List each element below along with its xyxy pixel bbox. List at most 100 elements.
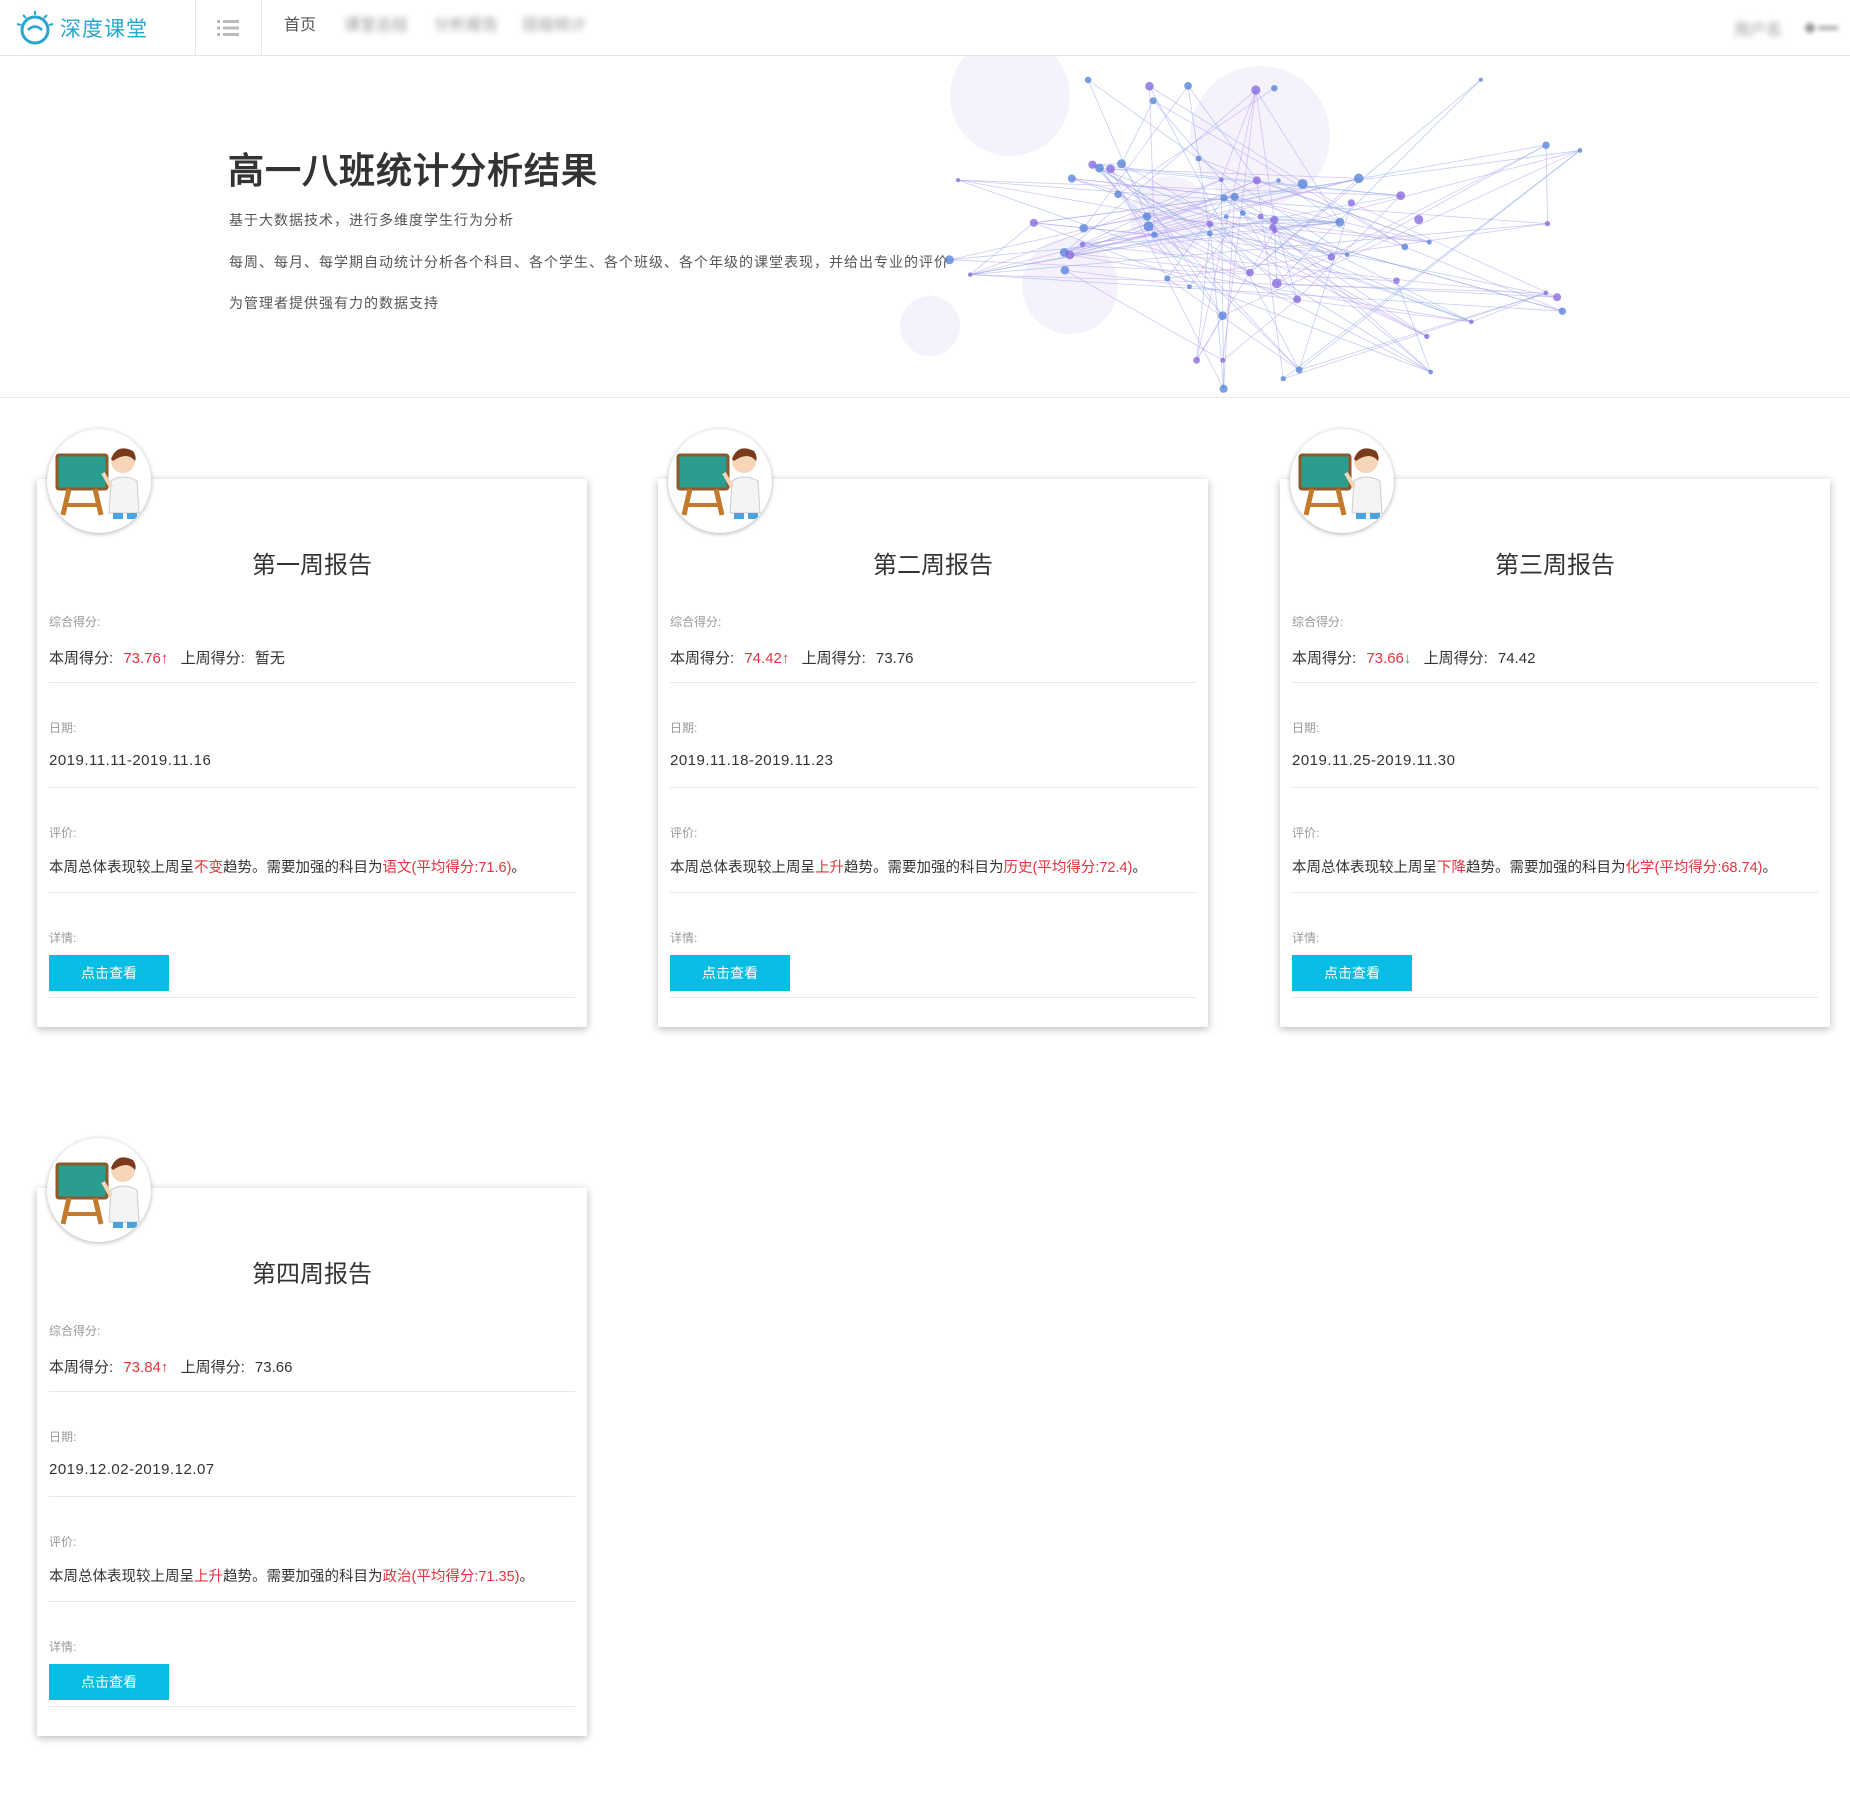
list-icon [217,20,239,36]
this-week-label: 本周得分: [49,1359,114,1376]
trend-arrow-icon: ↓ [1403,650,1412,667]
date-value: 2019.11.18-2019.11.23 [670,752,834,769]
trend-arrow-icon: ↑ [781,650,790,667]
date-label: 日期: [49,1430,77,1444]
trend-arrow-icon: ↑ [160,1359,169,1376]
nav-user-area[interactable]: 用户名 [1734,0,1840,56]
nav-blurred-link[interactable]: 分析报告 [434,0,498,56]
last-week-label: 上周得分: [180,650,245,667]
trend-arrow-icon: ↑ [160,650,169,667]
date-value: 2019.11.11-2019.11.16 [49,752,212,769]
detail-label: 详情: [1292,931,1320,945]
detail-label: 详情: [670,931,698,945]
network-graphic [900,56,1583,393]
last-week-score: 74.42 [1497,650,1536,667]
divider [1292,787,1818,788]
teacher-avatar [47,1138,151,1242]
eval-mid: 趋势。需要加强的科目为 [1466,860,1626,876]
hero-description: 为管理者提供强有力的数据支持 [229,296,439,312]
hero-description: 基于大数据技术，进行多维度学生行为分析 [229,213,514,229]
user-menu-icon[interactable] [1804,21,1840,35]
this-week-score: 73.76 [123,650,161,667]
hero-description: 每周、每月、每学期自动统计分析各个科目、各个学生、各个班级、各个年级的课堂表现，… [229,255,949,271]
last-week-score: 73.66 [254,1359,293,1376]
score-label: 综合得分: [1292,615,1344,629]
score-row: 本周得分: 74.42↑ 上周得分: 73.76 [670,647,913,668]
nav-divider [261,0,262,56]
divider [670,997,1196,998]
eval-text: 本周总体表现较上周呈上升趋势。需要加强的科目为历史(平均得分:72.4)。 [670,856,1147,877]
view-details-button[interactable]: 点击查看 [1292,955,1412,991]
report-card: 第四周报告 综合得分: 本周得分: 73.84↑ 上周得分: 73.66 日期:… [37,1138,587,1736]
divider [49,1601,575,1602]
this-week-score: 73.66 [1366,650,1404,667]
hero-banner: 高一八班统计分析结果 基于大数据技术，进行多维度学生行为分析 每周、每月、每学期… [0,56,1850,398]
eval-mid: 趋势。需要加强的科目为 [844,860,1004,876]
brand-logo-icon [16,11,54,45]
view-details-button[interactable]: 点击查看 [49,955,169,991]
last-week-label: 上周得分: [801,650,866,667]
eval-end: 。 [1132,860,1147,876]
teacher-chalkboard-icon [55,1157,140,1228]
divider [670,787,1196,788]
brand[interactable]: 深度课堂 [14,0,148,56]
eval-text: 本周总体表现较上周呈下降趋势。需要加强的科目为化学(平均得分:68.74)。 [1292,856,1777,877]
divider [49,682,575,683]
user-name[interactable]: 用户名 [1734,16,1782,40]
date-value: 2019.12.02-2019.12.07 [49,1461,215,1478]
divider [49,1391,575,1392]
detail-label: 详情: [49,1640,77,1654]
this-week-label: 本周得分: [49,650,114,667]
date-value: 2019.11.25-2019.11.30 [1292,752,1456,769]
eval-end: 。 [519,1569,534,1585]
date-label: 日期: [1292,721,1320,735]
eval-label: 评价: [49,1535,77,1549]
divider [670,682,1196,683]
weak-subject: 语文(平均得分:71.6) [382,860,512,876]
divider [49,892,575,893]
divider [1292,682,1818,683]
teacher-avatar [668,429,772,533]
divider [49,997,575,998]
teacher-chalkboard-icon [1298,448,1383,519]
score-row: 本周得分: 73.84↑ 上周得分: 73.66 [49,1356,292,1377]
date-label: 日期: [670,721,698,735]
weak-subject: 政治(平均得分:71.35) [382,1569,520,1585]
nav-home[interactable]: 首页 [284,0,316,56]
score-row: 本周得分: 73.76↑ 上周得分: 暂无 [49,647,285,668]
teacher-chalkboard-icon [55,448,140,519]
report-card: 第一周报告 综合得分: 本周得分: 73.76↑ 上周得分: 暂无 日期: 20… [37,429,587,1027]
eval-prefix: 本周总体表现较上周呈 [670,860,815,876]
page-title: 高一八班统计分析结果 [228,150,599,191]
weak-subject: 化学(平均得分:68.74) [1625,860,1763,876]
score-row: 本周得分: 73.66↓ 上周得分: 74.42 [1292,647,1535,668]
eval-text: 本周总体表现较上周呈不变趋势。需要加强的科目为语文(平均得分:71.6)。 [49,856,526,877]
trend-word: 不变 [194,860,223,876]
trend-word: 上升 [194,1569,223,1585]
eval-mid: 趋势。需要加强的科目为 [223,1569,383,1585]
eval-prefix: 本周总体表现较上周呈 [49,860,194,876]
this-week-score: 73.84 [123,1359,161,1376]
last-week-label: 上周得分: [1423,650,1488,667]
report-title: 第一周报告 [252,552,372,579]
view-details-button[interactable]: 点击查看 [670,955,790,991]
nav-blurred-link[interactable]: 课堂总结 [344,0,408,56]
divider [49,787,575,788]
divider [1292,997,1818,998]
nav-blurred-link[interactable]: 班级统计 [522,0,586,56]
detail-label: 详情: [49,931,77,945]
menu-toggle-button[interactable] [196,0,260,56]
eval-label: 评价: [1292,826,1320,840]
this-week-label: 本周得分: [670,650,735,667]
top-navbar: 深度课堂 首页 课堂总结 分析报告 班级统计 用户名 [0,0,1850,56]
trend-word: 下降 [1437,860,1466,876]
divider [670,892,1196,893]
eval-text: 本周总体表现较上周呈上升趋势。需要加强的科目为政治(平均得分:71.35)。 [49,1565,534,1586]
weak-subject: 历史(平均得分:72.4) [1003,860,1133,876]
report-title: 第二周报告 [873,552,993,579]
eval-label: 评价: [49,826,77,840]
view-details-button[interactable]: 点击查看 [49,1664,169,1700]
trend-word: 上升 [815,860,844,876]
eval-mid: 趋势。需要加强的科目为 [223,860,383,876]
score-label: 综合得分: [670,615,722,629]
